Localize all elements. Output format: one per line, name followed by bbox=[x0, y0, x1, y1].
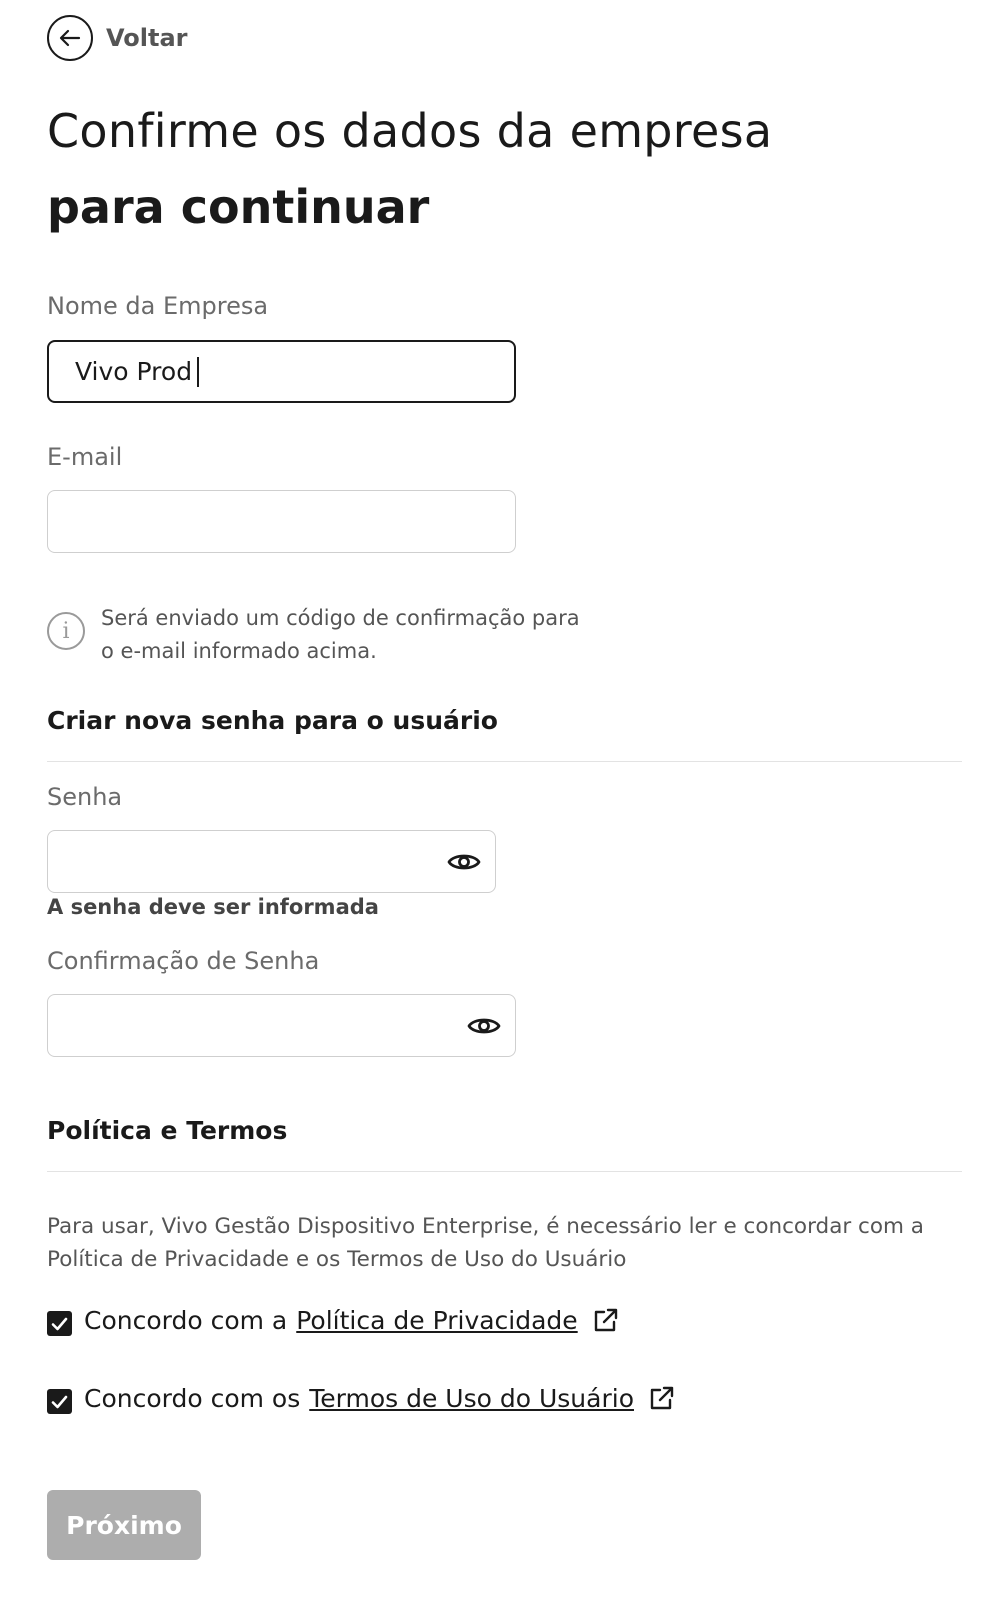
privacy-policy-link[interactable]: Política de Privacidade bbox=[296, 1306, 577, 1335]
page: Voltar Confirme os dados da empresa para… bbox=[0, 0, 986, 1605]
terms-description: Para usar, Vivo Gestão Dispositivo Enter… bbox=[47, 1214, 924, 1272]
privacy-policy-checkbox-row: Concordo com a Política de Privacidade bbox=[47, 1305, 619, 1336]
page-title-line1: Confirme os dados da empresa bbox=[47, 104, 773, 158]
company-name-value: Vivo Prod bbox=[75, 357, 193, 386]
back-button[interactable]: Voltar bbox=[47, 15, 187, 61]
company-name-label: Nome da Empresa bbox=[47, 292, 269, 320]
terms-section-title: Política e Termos bbox=[47, 1116, 288, 1145]
info-text: Será enviado um código de confirmação pa… bbox=[101, 606, 580, 663]
email-label: E-mail bbox=[47, 443, 123, 471]
email-input[interactable] bbox=[47, 490, 516, 553]
checkmark-icon bbox=[51, 1395, 68, 1408]
info-message: i Será enviado um código de confirmação … bbox=[47, 602, 581, 668]
section-divider bbox=[47, 1171, 962, 1172]
password-section-title: Criar nova senha para o usuário bbox=[47, 706, 498, 735]
section-divider bbox=[47, 761, 962, 762]
page-title-line2: para continuar bbox=[47, 180, 430, 234]
confirm-password-label: Confirmação de Senha bbox=[47, 947, 320, 975]
terms-of-use-prefix: Concordo com os bbox=[84, 1384, 301, 1413]
next-button[interactable]: Próximo bbox=[47, 1490, 201, 1560]
back-label[interactable]: Voltar bbox=[106, 24, 187, 52]
password-input[interactable] bbox=[47, 830, 496, 893]
external-link-icon[interactable] bbox=[592, 1307, 619, 1334]
privacy-policy-checkbox[interactable] bbox=[47, 1311, 72, 1336]
terms-of-use-checkbox-row: Concordo com os Termos de Uso do Usuário bbox=[47, 1383, 675, 1414]
text-caret bbox=[197, 356, 200, 387]
password-error-message: A senha deve ser informada bbox=[47, 895, 379, 919]
external-link-icon[interactable] bbox=[648, 1385, 675, 1412]
info-icon: i bbox=[47, 612, 85, 650]
show-confirm-password-eye-icon[interactable] bbox=[467, 1014, 501, 1038]
checkmark-icon bbox=[51, 1317, 68, 1330]
terms-of-use-checkbox[interactable] bbox=[47, 1389, 72, 1414]
confirm-password-input[interactable] bbox=[47, 994, 516, 1057]
company-name-input[interactable]: Vivo Prod bbox=[47, 340, 516, 403]
show-password-eye-icon[interactable] bbox=[447, 850, 481, 874]
password-label: Senha bbox=[47, 783, 123, 811]
terms-of-use-link[interactable]: Termos de Uso do Usuário bbox=[309, 1384, 634, 1413]
back-arrow-icon[interactable] bbox=[47, 15, 93, 61]
privacy-policy-prefix: Concordo com a bbox=[84, 1306, 288, 1335]
